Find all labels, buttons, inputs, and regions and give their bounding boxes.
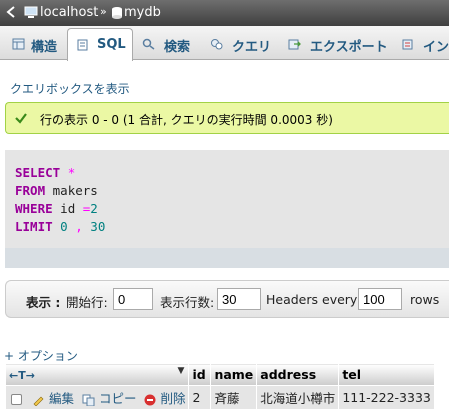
- main-tabs: 構造 SQL 検索 クエリ エクスポート イン: [0, 26, 449, 61]
- checkmark-icon: [15, 113, 27, 124]
- import-icon: [402, 39, 413, 50]
- result-table: ←T→ ▼ id name address tel 編集 コピー 削除 2 斉藤…: [4, 363, 435, 410]
- show-query-box-link[interactable]: クエリボックスを表示: [10, 80, 130, 97]
- tab-label: クエリ: [232, 40, 272, 55]
- sql-keyword: FROM: [15, 183, 46, 198]
- column-header-tel[interactable]: tel: [338, 363, 435, 386]
- cell-address: 北海道小樽市: [256, 385, 340, 410]
- tab-export[interactable]: エクスポート: [280, 28, 390, 60]
- copy-icon: [82, 394, 95, 406]
- headers-every-label: Headers every: [266, 292, 358, 307]
- pencil-icon: [33, 396, 44, 406]
- breadcrumb-separator: »: [100, 5, 107, 18]
- sql-number: 2: [90, 201, 98, 216]
- sql-operator: ,: [75, 219, 83, 234]
- sql-box-footer: [5, 248, 449, 268]
- display-label: 表示 :: [26, 295, 61, 310]
- result-navigation: 表示 : 開始行: 表示行数: Headers every rows: [5, 280, 449, 318]
- row-actions: 編集 コピー 削除: [4, 385, 190, 410]
- sql-query-display: SELECT * FROM makers WHERE id =2 LIMIT 0…: [5, 150, 449, 268]
- tab-label: 構造: [31, 40, 58, 55]
- column-header-name[interactable]: name: [210, 363, 258, 386]
- tab-label: 検索: [164, 40, 191, 55]
- column-arrows[interactable]: ←T→: [9, 369, 35, 382]
- cell-tel: 111-222-3333: [338, 385, 435, 410]
- query-icon: [211, 39, 223, 50]
- sql-code: SELECT * FROM makers WHERE id =2 LIMIT 0…: [15, 164, 105, 236]
- tab-label: エクスポート: [310, 40, 388, 55]
- sql-keyword: WHERE: [15, 201, 53, 216]
- sql-icon: [77, 39, 88, 51]
- start-row-input[interactable]: [113, 288, 153, 310]
- column-move-header: ←T→ ▼: [4, 363, 190, 386]
- structure-icon: [12, 38, 25, 50]
- table-header-row: ←T→ ▼ id name address tel: [4, 363, 435, 386]
- breadcrumb-database-link[interactable]: mydb: [124, 5, 161, 20]
- column-header-address[interactable]: address: [256, 363, 340, 386]
- headers-every-input[interactable]: [358, 288, 402, 310]
- success-text: 行の表示 0 - 0 (1 合計, クエリの実行時間 0.0003 秒): [40, 113, 333, 127]
- sql-table-name: makers: [52, 183, 98, 198]
- search-icon: [142, 38, 155, 50]
- success-message: 行の表示 0 - 0 (1 合計, クエリの実行時間 0.0003 秒): [5, 102, 449, 134]
- database-icon: [112, 7, 122, 19]
- back-arrow-icon[interactable]: [4, 3, 20, 21]
- rows-label: rows: [410, 292, 440, 307]
- sql-keyword: SELECT: [15, 165, 61, 180]
- delete-icon: [144, 394, 156, 405]
- options-link[interactable]: + オプション: [4, 347, 78, 364]
- sql-column-name: id: [60, 201, 76, 216]
- sql-operator: *: [67, 165, 76, 180]
- sql-number: 0: [60, 219, 68, 234]
- sql-keyword: LIMIT: [15, 219, 53, 234]
- rows-per-page-label: 表示行数:: [160, 295, 215, 310]
- server-icon: [24, 6, 38, 18]
- tab-import[interactable]: イン: [394, 28, 449, 60]
- cell-id: 2: [188, 385, 212, 410]
- tab-query[interactable]: クエリ: [202, 28, 272, 60]
- breadcrumb-server-link[interactable]: localhost: [40, 5, 98, 20]
- start-row-label: 開始行:: [66, 295, 108, 310]
- copy-link[interactable]: コピー: [99, 391, 137, 406]
- sql-number: 30: [90, 219, 106, 234]
- column-header-id[interactable]: id: [188, 363, 212, 386]
- row-checkbox[interactable]: [11, 394, 22, 405]
- tab-search[interactable]: 検索: [136, 28, 198, 60]
- rows-per-page-input[interactable]: [217, 288, 261, 310]
- sort-dropdown-icon[interactable]: ▼: [178, 366, 185, 376]
- cell-name: 斉藤: [210, 385, 258, 410]
- delete-link[interactable]: 削除: [160, 391, 185, 406]
- tab-label: イン: [423, 40, 449, 55]
- table-row: 編集 コピー 削除 2 斉藤 北海道小樽市 111-222-3333: [4, 385, 435, 410]
- breadcrumb: localhost » mydb: [0, 0, 449, 26]
- tab-label: SQL: [97, 37, 126, 52]
- export-icon: [288, 39, 301, 50]
- tab-sql[interactable]: SQL: [67, 28, 133, 61]
- tab-structure[interactable]: 構造: [8, 28, 66, 60]
- edit-link[interactable]: 編集: [49, 391, 74, 406]
